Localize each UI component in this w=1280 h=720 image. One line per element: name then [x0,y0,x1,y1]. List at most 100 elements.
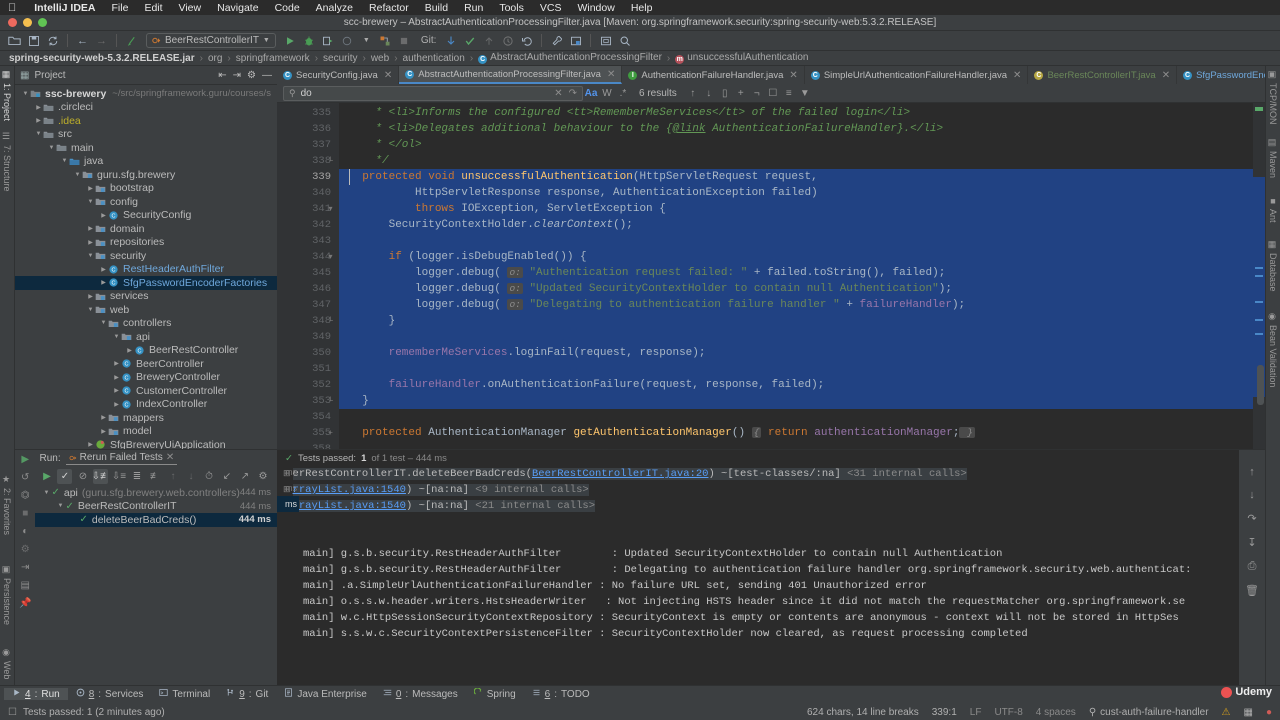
code-content[interactable]: * <li>Informs the configured <tt>Remembe… [339,103,1253,449]
tree-node-config[interactable]: ▼config [15,195,277,209]
menu-item-window[interactable]: Window [569,2,622,14]
tree-expand-arrow[interactable]: ▶ [99,279,108,286]
tree-node-sfgbreweryuiapplication[interactable]: ▶SfgBreweryUiApplication [15,438,277,449]
tool-window-tab-java-enterprise[interactable]: Java Enterprise [276,688,374,700]
console-output[interactable]: ✓ Tests passed: 1 of 1 test – 444 ms ⊞er… [277,450,1265,685]
editor-tabs[interactable]: CSecurityConfig.java✕CAbstractAuthentica… [277,66,1265,84]
maximize-window-button[interactable] [38,18,47,27]
tree-expand-arrow[interactable]: ▼ [112,334,121,340]
code-line-336[interactable]: * <li>Delegates additional behaviour to … [339,121,1253,137]
prev-failed-icon[interactable]: ↑ [165,469,180,484]
gutter-line-347[interactable]: 347 [277,297,339,313]
run-button[interactable] [282,32,299,49]
save-all-icon[interactable] [25,32,42,49]
code-line-352[interactable]: failureHandler.onAuthenticationFailure(r… [339,377,1253,393]
build-project-icon[interactable] [377,32,394,49]
scope-icon[interactable]: ≡ [781,88,797,99]
rerun-icon[interactable]: ▶ [21,454,29,465]
tree-node-model[interactable]: ▶model [15,425,277,439]
history-icon[interactable] [499,32,516,49]
run-with-coverage-button[interactable] [320,32,337,49]
regex-icon[interactable]: .* [615,88,631,99]
gutter-line-338[interactable]: 338└ [277,153,339,169]
tool-window-tab-spring[interactable]: Spring [466,688,524,700]
code-line-338[interactable]: */ [339,153,1253,169]
gear-icon[interactable]: ⚙ [247,70,256,81]
editor-tab-securityconfig[interactable]: CSecurityConfig.java✕ [277,66,399,84]
gutter-line-353[interactable]: 353└ [277,393,339,409]
tree-expand-arrow[interactable]: ▶ [112,360,121,367]
tree-expand-arrow[interactable]: ▼ [86,253,95,259]
close-tab-icon[interactable]: ✕ [1162,70,1170,81]
sidebar-tab-project[interactable]: ▦ 1: Project [2,70,12,121]
code-line-341[interactable]: throws IOException, ServletException { [339,201,1253,217]
code-editor[interactable]: 335336337338└339340341▾342343344▾3453463… [277,103,1265,449]
pin-icon[interactable]: 📌 [19,598,31,609]
tree-expand-arrow[interactable]: ▼ [73,172,82,178]
breadcrumb-item-authentication[interactable]: authentication [400,53,468,64]
stacktrace-link[interactable]: BeerRestControllerIT.java:20 [532,468,708,480]
tree-expand-arrow[interactable]: ▶ [86,293,95,300]
gutter-line-352[interactable]: 352 [277,377,339,393]
sidebar-tab-favorites[interactable]: ★ 2: Favorites [2,475,12,535]
stacktrace-line[interactable]: ⊞rrayList.java:1540) ~[na:na] <9 interna… [277,482,1265,498]
code-line-354[interactable] [339,409,1253,425]
test-node-api[interactable]: ▼✓api(guru.sfg.brewery.web.controllers)4… [35,486,277,500]
remove-line-icon[interactable]: ¬ [749,88,765,99]
tree-node-securityconfig[interactable]: ▶CSecurityConfig [15,209,277,223]
console-lines[interactable]: ⊞erRestControllerIT.deleteBeerBadCreds(B… [277,464,1265,685]
status-indent[interactable]: 4 spaces [1036,707,1076,718]
menu-item-intellij[interactable]: IntelliJ IDEA [26,2,103,14]
tree-expand-arrow[interactable]: ▼ [86,307,95,313]
expand-all-icon[interactable]: ≣ [129,469,144,484]
gutter-line-355[interactable]: 355+ [277,425,339,441]
history-icon[interactable]: ⏱ [201,469,216,484]
test-node-deletebeerbadcreds-[interactable]: ✓deleteBeerBadCreds()444 ms [35,513,277,527]
code-line-342[interactable]: SecurityContextHolder.clearContext(); [339,217,1253,233]
next-failed-icon[interactable]: ↓ [183,469,198,484]
sort-alphabetically-icon[interactable]: ⇩≢ [93,469,108,484]
close-icon[interactable]: ✕ [166,452,174,463]
expand-all-icon[interactable]: ⇤ [218,70,226,81]
gutter-line-342[interactable]: 342 [277,217,339,233]
editor-tab-authenticationfailurehandler[interactable]: IAuthenticationFailureHandler.java✕ [622,66,804,84]
status-caret-position[interactable]: 339:1 [932,707,957,718]
tree-node-mappers[interactable]: ▶mappers [15,411,277,425]
tree-node-controllers[interactable]: ▼controllers [15,317,277,331]
editor-marker-bar[interactable] [1253,103,1265,449]
sidebar-tab-structure[interactable]: ☰ 7: Structure [2,132,12,192]
sidebar-tab-ant[interactable]: ■ Ant [1268,196,1278,223]
tree-node--circleci[interactable]: ▶.circleci [15,101,277,115]
scroll-down-icon[interactable]: ↓ [1249,489,1255,501]
tree-expand-arrow[interactable]: ▼ [60,158,69,164]
sidebar-tab-maven[interactable]: ▤ Maven [1268,138,1278,178]
tool-window-tab-messages[interactable]: 0:Messages [375,688,466,700]
editor-scrollbar-thumb[interactable] [1257,365,1264,405]
tool-window-tab-run[interactable]: 4:Run [4,688,68,700]
code-line-358[interactable] [339,441,1253,449]
editor-tab-sfgpasswordencoderfactories[interactable]: CSfgPasswordEncoderFactories.java✕ [1177,66,1265,84]
menu-item-code[interactable]: Code [267,2,308,14]
fold-marker-end[interactable]: └ [326,397,335,406]
sidebar-tab-database[interactable]: ▦ Database [1268,240,1278,292]
code-line-345[interactable]: logger.debug( o: "Authentication request… [339,265,1253,281]
close-window-button[interactable] [8,18,17,27]
gutter-line-337[interactable]: 337 [277,137,339,153]
tree-expand-arrow[interactable]: ▶ [86,239,95,246]
editor-tab-beerrestcontrollerit[interactable]: CBeerRestControllerIT.java✕ [1028,66,1177,84]
run-tab-rerun-failed[interactable]: Rerun Failed Tests ✕ [66,452,178,465]
menu-item-analyze[interactable]: Analyze [308,2,361,14]
match-case-icon[interactable]: Aa [583,88,599,99]
gutter-line-336[interactable]: 336 [277,121,339,137]
tree-node-src[interactable]: ▼src [15,128,277,142]
tree-expand-arrow[interactable]: ▼ [99,320,108,326]
editor-tab-abstractauthenticationprocessingfilter[interactable]: CAbstractAuthenticationProcessingFilter.… [399,66,622,84]
code-line-355[interactable]: protected AuthenticationManager getAuthe… [339,425,1253,441]
status-branch[interactable]: ⚲ cust-auth-failure-handler [1089,707,1209,718]
back-arrow-icon[interactable]: ← [74,32,91,49]
notification-warning-icon[interactable]: ⚠ [1222,707,1231,718]
tree-node-domain[interactable]: ▶domain [15,222,277,236]
fold-marker-end[interactable]: └ [326,157,335,166]
tree-expand-arrow[interactable]: ▼ [86,199,95,205]
tree-expand-arrow[interactable]: ▶ [86,185,95,192]
